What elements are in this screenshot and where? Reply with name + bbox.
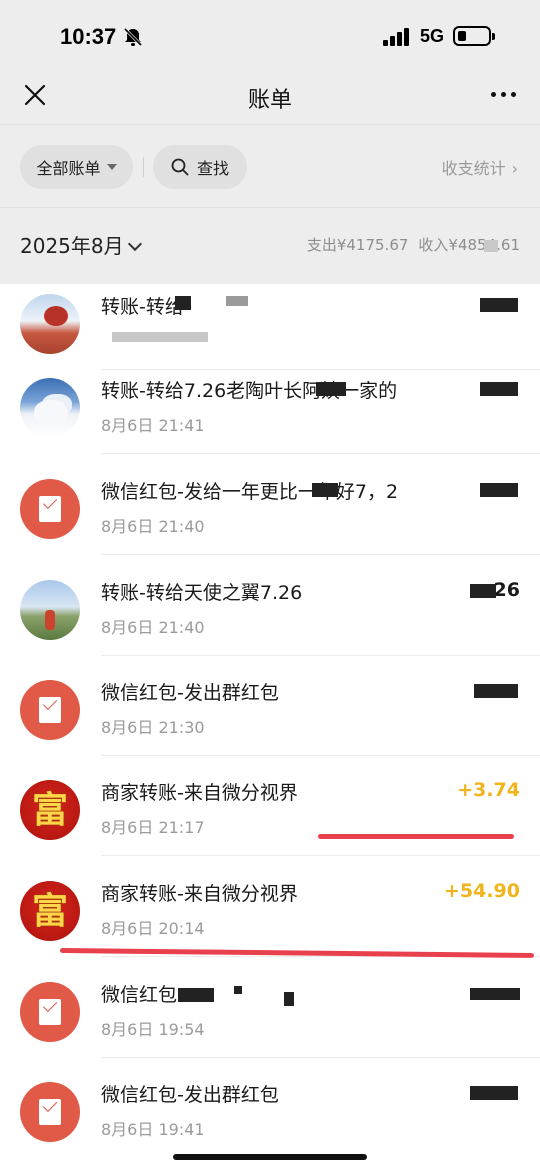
chevron-down-icon bbox=[127, 236, 142, 252]
filter-bar: 全部账单 查找 收支统计 › bbox=[0, 124, 540, 208]
item-time: 8月6日 21:17 bbox=[101, 818, 205, 837]
divider bbox=[143, 157, 144, 177]
divider bbox=[101, 369, 540, 370]
signal-icon bbox=[383, 28, 411, 46]
blur-mask bbox=[178, 988, 214, 1002]
page-title: 账单 bbox=[247, 88, 292, 113]
avatar bbox=[20, 294, 80, 354]
status-time: 10:37 bbox=[60, 24, 117, 49]
avatar bbox=[20, 580, 80, 640]
expense-summary: 支出¥4175.67 bbox=[306, 236, 409, 254]
list-item[interactable]: 转账-转给7.26老陶叶长阿姨一家的 8月6日 21:41 bbox=[0, 378, 540, 479]
list-item[interactable]: 微信红包-发出群红包 8月6日 21:30 bbox=[0, 680, 540, 781]
blur-mask bbox=[480, 483, 518, 497]
blur-mask bbox=[316, 382, 346, 396]
divider bbox=[101, 554, 540, 555]
item-amount: +3.74 bbox=[457, 779, 520, 801]
list-item[interactable]: 富 商家转账-来自微分视界 8月6日 20:14 +54.90 bbox=[0, 880, 540, 982]
item-title: 商家转账-来自微分视界 bbox=[101, 883, 298, 905]
item-time: 8月6日 21:30 bbox=[101, 718, 205, 737]
avatar bbox=[20, 378, 80, 438]
fu-icon: 富 bbox=[20, 881, 80, 941]
status-bar: 10:37 5G bbox=[0, 0, 540, 72]
blur-mask bbox=[175, 296, 191, 310]
item-amount: +54.90 bbox=[443, 880, 520, 902]
item-title: 商家转账-来自微分视界 bbox=[101, 782, 298, 804]
item-title: 微信红包 bbox=[101, 984, 178, 1006]
item-title: 微信红包-发出群红包 bbox=[101, 1084, 279, 1106]
blur-mask bbox=[234, 986, 242, 994]
all-bills-filter-button[interactable]: 全部账单 bbox=[20, 145, 133, 189]
month-bar: 2025年8月 支出¥4175.67 收入¥4854.61 bbox=[0, 208, 540, 284]
blur-mask bbox=[226, 296, 248, 306]
annotation-underline bbox=[318, 834, 514, 839]
chevron-right-icon: › bbox=[511, 159, 518, 178]
fu-glyph: 富 bbox=[31, 890, 68, 932]
red-packet-icon bbox=[20, 1082, 80, 1142]
all-bills-label: 全部账单 bbox=[36, 159, 101, 178]
divider bbox=[101, 1057, 540, 1058]
search-icon bbox=[171, 158, 189, 176]
item-time: 8月6日 21:40 bbox=[101, 618, 205, 637]
blur-mask bbox=[112, 332, 208, 342]
red-packet-icon bbox=[20, 479, 80, 539]
divider bbox=[101, 755, 540, 756]
blur-mask bbox=[480, 298, 518, 312]
item-title: 转账-转给 bbox=[101, 296, 184, 318]
blur-mask bbox=[284, 992, 294, 1006]
blur-mask bbox=[474, 684, 518, 698]
list-item[interactable]: 微信红包-发给一年更比一年好7，2 8月6日 21:40 bbox=[0, 479, 540, 580]
item-title: 转账-转给7.26老陶叶长阿姨一家的 bbox=[101, 380, 398, 402]
search-label: 查找 bbox=[196, 159, 229, 178]
blur-mask bbox=[312, 483, 338, 497]
item-time: 8月6日 19:41 bbox=[101, 1120, 205, 1139]
item-title: 微信红包-发给一年更比一年好7，2 bbox=[101, 481, 399, 503]
item-time: 8月6日 21:40 bbox=[101, 517, 205, 536]
blur-mask bbox=[470, 1086, 518, 1100]
blur-mask bbox=[470, 584, 496, 598]
income-summary: 收入¥4854.61 bbox=[418, 236, 520, 254]
divider bbox=[101, 453, 540, 454]
blur-mask bbox=[470, 988, 520, 1000]
month-selector[interactable]: 2025年8月 bbox=[20, 230, 142, 259]
home-indicator bbox=[173, 1154, 367, 1160]
item-time: 8月6日 20:14 bbox=[101, 919, 205, 938]
item-amount: 26 bbox=[493, 579, 520, 601]
list-item[interactable]: 微信红包 8月6日 19:54 bbox=[0, 982, 540, 1083]
stats-label: 收支统计 bbox=[441, 159, 506, 178]
network-type: 5G bbox=[420, 26, 445, 46]
item-time: 8月6日 21:41 bbox=[101, 416, 205, 435]
red-packet-icon bbox=[20, 982, 80, 1042]
fu-icon: 富 bbox=[20, 780, 80, 840]
search-button[interactable]: 查找 bbox=[153, 145, 247, 189]
nav-bar: 账单 bbox=[0, 72, 540, 124]
blur-mask bbox=[484, 240, 498, 252]
more-icon[interactable] bbox=[491, 92, 517, 100]
caret-down-icon bbox=[106, 164, 117, 170]
divider bbox=[101, 655, 540, 656]
item-title: 转账-转给天使之翼7.26 bbox=[101, 582, 303, 604]
blur-mask bbox=[480, 382, 518, 396]
list-item[interactable]: 转账-转给天使之翼7.26 8月6日 21:40 26 bbox=[0, 579, 540, 681]
item-title: 微信红包-发出群红包 bbox=[101, 682, 279, 704]
divider bbox=[101, 855, 540, 856]
bell-muted-icon bbox=[123, 27, 143, 47]
transaction-list: 转账-转给 转账-转给7.26老陶叶长阿姨一家的 8月6日 21:41 微信红包… bbox=[0, 284, 540, 1171]
month-label: 2025年8月 bbox=[20, 234, 124, 258]
battery-icon bbox=[453, 26, 495, 46]
item-time: 8月6日 19:54 bbox=[101, 1020, 205, 1039]
red-packet-icon bbox=[20, 680, 80, 740]
list-item[interactable]: 富 商家转账-来自微分视界 8月6日 21:17 +3.74 bbox=[0, 779, 540, 881]
fu-glyph: 富 bbox=[31, 789, 68, 831]
stats-link[interactable]: 收支统计 › bbox=[442, 155, 518, 179]
